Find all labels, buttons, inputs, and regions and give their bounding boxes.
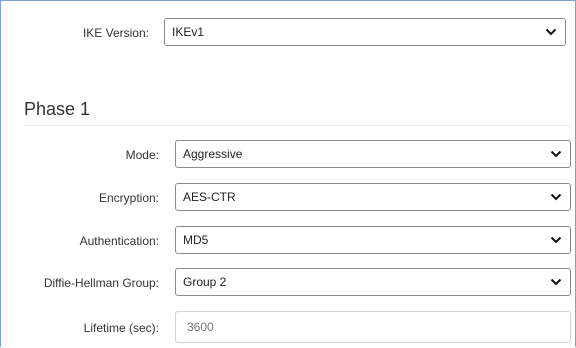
ike-version-label: IKE Version: xyxy=(82,26,149,40)
ike-version-value: IKEv1 xyxy=(172,25,205,39)
encryption-row: Encryption: AES-CTR xyxy=(1,183,575,213)
dh-group-row: Diffie-Hellman Group: Group 2 xyxy=(1,268,575,298)
chevron-down-icon xyxy=(545,28,557,36)
dh-group-select[interactable]: Group 2 xyxy=(175,268,571,296)
ike-version-select[interactable]: IKEv1 xyxy=(164,18,566,46)
section-divider xyxy=(24,125,571,126)
authentication-row: Authentication: MD5 xyxy=(1,226,575,256)
ike-version-row: IKE Version: IKEv1 xyxy=(1,18,575,48)
lifetime-input[interactable] xyxy=(176,312,570,342)
lifetime-row: Lifetime (sec): xyxy=(1,311,575,343)
mode-row: Mode: Aggressive xyxy=(1,140,575,170)
authentication-select[interactable]: MD5 xyxy=(175,226,571,254)
mode-value: Aggressive xyxy=(183,147,243,161)
authentication-value: MD5 xyxy=(183,233,209,247)
encryption-label: Encryption: xyxy=(98,191,159,205)
encryption-value: AES-CTR xyxy=(183,190,236,204)
dh-group-value: Group 2 xyxy=(183,275,227,289)
chevron-down-icon xyxy=(550,278,562,286)
ipsec-settings-panel: IKE Version: IKEv1 Phase 1 Mode: Aggress… xyxy=(0,0,576,347)
encryption-select[interactable]: AES-CTR xyxy=(175,183,571,211)
phase1-heading: Phase 1 xyxy=(24,99,91,119)
lifetime-field[interactable] xyxy=(175,311,571,343)
lifetime-label: Lifetime (sec): xyxy=(83,321,159,335)
mode-select[interactable]: Aggressive xyxy=(175,140,571,168)
chevron-down-icon xyxy=(550,193,562,201)
mode-label: Mode: xyxy=(125,148,159,162)
dh-group-label: Diffie-Hellman Group: xyxy=(43,276,159,290)
chevron-down-icon xyxy=(550,150,562,158)
authentication-label: Authentication: xyxy=(79,234,159,248)
chevron-down-icon xyxy=(550,236,562,244)
